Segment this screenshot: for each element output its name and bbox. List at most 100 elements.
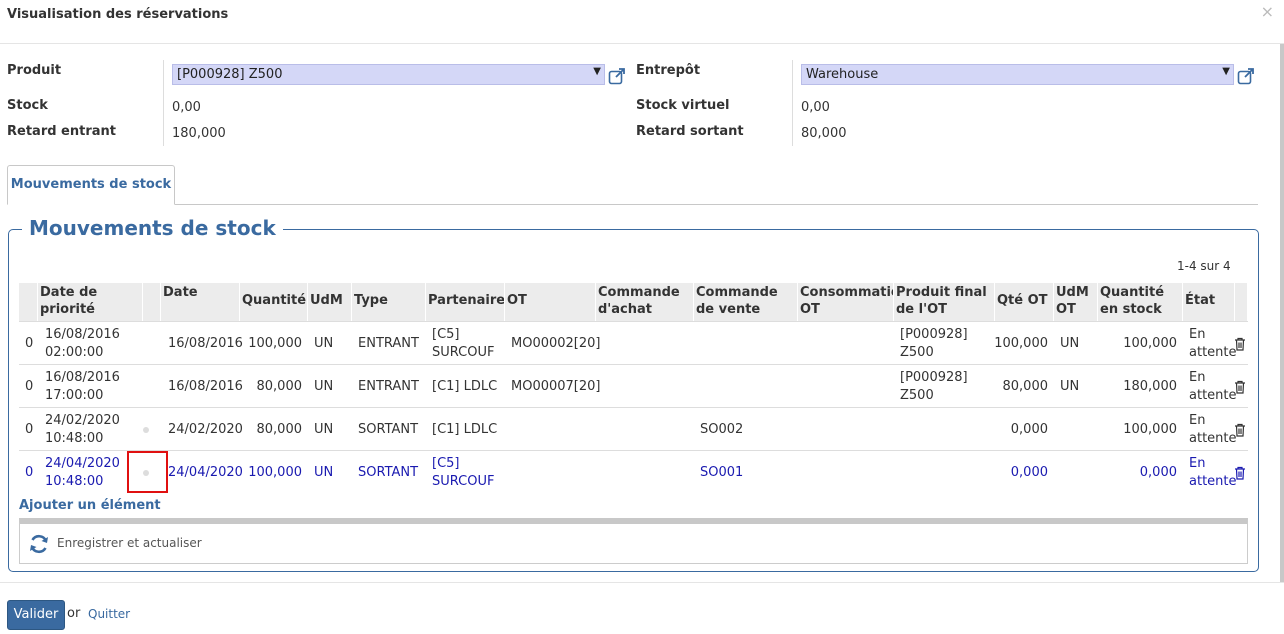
column-header-sale-order[interactable]: Commande de vente bbox=[694, 283, 798, 321]
table-row[interactable]: 0 16/08/2016 02:00:00 16/08/2016 100,000… bbox=[19, 321, 1248, 364]
add-line-link[interactable]: Ajouter un élément bbox=[19, 498, 161, 513]
chevron-down-icon: ▼ bbox=[593, 66, 601, 77]
cell-priority-date: 16/08/2016 02:00:00 bbox=[45, 326, 120, 360]
save-refresh-button[interactable]: Enregistrer et actualiser bbox=[57, 536, 202, 550]
cell-stock-qty: 0,000 bbox=[1139, 464, 1177, 480]
save-refresh-bar: Enregistrer et actualiser bbox=[19, 518, 1248, 564]
cell-purchase-order bbox=[602, 322, 692, 365]
cell-quantity: 80,000 bbox=[256, 421, 303, 437]
divider bbox=[163, 60, 164, 146]
column-header-ot-uom[interactable]: UdM OT bbox=[1054, 283, 1098, 321]
cell-seq: 0 bbox=[25, 421, 34, 437]
cell-type: SORTANT bbox=[358, 421, 419, 437]
product-select[interactable]: [P000928] Z500 ▼ bbox=[172, 64, 605, 85]
cell-ot-uom: UN bbox=[1060, 378, 1080, 394]
cell-purchase-order bbox=[602, 365, 692, 408]
virtual-stock-value: 0,00 bbox=[801, 100, 830, 115]
validate-button[interactable]: Valider bbox=[7, 600, 65, 630]
warehouse-select[interactable]: Warehouse ▼ bbox=[801, 64, 1234, 85]
cell-partner: [C1] LDLC bbox=[432, 421, 498, 437]
delete-cell[interactable] bbox=[1234, 451, 1248, 494]
cell-indicator bbox=[143, 322, 161, 365]
column-header-indicator bbox=[143, 283, 161, 321]
scrollbar[interactable] bbox=[1280, 44, 1284, 582]
column-header-type[interactable]: Type bbox=[352, 283, 426, 321]
column-header-ot[interactable]: OT bbox=[505, 283, 596, 321]
refresh-icon[interactable] bbox=[28, 533, 50, 555]
dialog-header: Visualisation des réservations × bbox=[0, 0, 1284, 44]
cell-partner: [C1] LDLC bbox=[432, 378, 498, 394]
cell-quantity: 100,000 bbox=[248, 335, 302, 351]
cell-consumption-ot bbox=[804, 322, 892, 365]
column-header-state[interactable]: État bbox=[1183, 283, 1235, 321]
cell-uom: UN bbox=[314, 464, 334, 480]
external-link-icon[interactable] bbox=[608, 67, 626, 85]
column-header-seq bbox=[19, 283, 38, 321]
product-select-value: [P000928] Z500 bbox=[177, 67, 283, 82]
cell-type: SORTANT bbox=[358, 464, 419, 480]
cell-ot-qty: 100,000 bbox=[994, 335, 1048, 351]
divider bbox=[792, 60, 793, 146]
cell-sale-order bbox=[700, 365, 796, 408]
column-header-partner[interactable]: Partenaire bbox=[426, 283, 505, 321]
virtual-stock-label: Stock virtuel bbox=[636, 98, 730, 113]
cell-priority-date: 24/04/2020 10:48:00 bbox=[45, 455, 120, 489]
column-header-ot-qty[interactable]: Qté OT bbox=[995, 283, 1054, 321]
cell-quantity: 80,000 bbox=[256, 378, 303, 394]
cell-stock-qty: 100,000 bbox=[1123, 335, 1177, 351]
product-label: Produit bbox=[7, 63, 62, 78]
cell-date: 24/02/2020 bbox=[168, 421, 243, 437]
cell-consumption-ot bbox=[804, 365, 892, 408]
warehouse-label: Entrepôt bbox=[636, 63, 701, 78]
column-header-purchase-order[interactable]: Commande d'achat bbox=[596, 283, 694, 321]
cell-sale-order: SO001 bbox=[700, 464, 744, 480]
cell-ot: MO00002[20] bbox=[511, 335, 601, 351]
delete-cell[interactable] bbox=[1234, 365, 1248, 408]
delete-cell[interactable] bbox=[1234, 408, 1248, 451]
stock-value: 0,00 bbox=[172, 100, 201, 115]
trash-icon[interactable] bbox=[1234, 380, 1246, 394]
cell-indicator bbox=[140, 408, 161, 451]
incoming-delay-label: Retard entrant bbox=[7, 124, 116, 139]
external-link-icon[interactable] bbox=[1237, 67, 1255, 85]
cell-partner: [C5] SURCOUF bbox=[432, 455, 495, 489]
cell-ot-uom: UN bbox=[1060, 335, 1080, 351]
cell-quantity: 100,000 bbox=[248, 464, 302, 480]
tab-stock-moves[interactable]: Mouvements de stock bbox=[7, 165, 175, 205]
close-icon[interactable]: × bbox=[1261, 2, 1274, 21]
cell-ot: MO00007[20] bbox=[511, 378, 601, 394]
cell-seq: 0 bbox=[25, 335, 34, 351]
column-header-ot-final-product[interactable]: Produit final de l'OT bbox=[894, 283, 995, 321]
cell-ot-qty: 0,000 bbox=[1010, 421, 1048, 437]
or-text: or bbox=[67, 606, 81, 621]
cell-uom: UN bbox=[314, 421, 334, 437]
column-header-date[interactable]: Date bbox=[161, 283, 240, 321]
cell-state: En attente bbox=[1189, 326, 1237, 360]
cell-ot-uom bbox=[1060, 451, 1096, 494]
cell-seq: 0 bbox=[25, 378, 34, 394]
trash-icon[interactable] bbox=[1234, 337, 1246, 351]
trash-icon[interactable] bbox=[1234, 466, 1246, 480]
column-header-consumption-ot[interactable]: Consommation OT bbox=[798, 283, 894, 321]
column-header-stock-qty[interactable]: Quantité en stock bbox=[1098, 283, 1183, 321]
cell-ot-qty: 80,000 bbox=[1002, 378, 1049, 394]
cell-state: En attente bbox=[1189, 412, 1237, 446]
delete-cell[interactable] bbox=[1234, 322, 1248, 365]
cell-ot-final-product bbox=[900, 408, 990, 451]
column-header-priority-date[interactable]: Date de priorité bbox=[38, 283, 143, 321]
incoming-delay-value: 180,000 bbox=[172, 126, 226, 141]
dialog-title: Visualisation des réservations bbox=[7, 7, 229, 22]
cell-stock-qty: 180,000 bbox=[1123, 378, 1177, 394]
column-header-quantity[interactable]: Quantité bbox=[240, 283, 308, 321]
quit-link[interactable]: Quitter bbox=[88, 607, 130, 621]
column-header-uom[interactable]: UdM bbox=[308, 283, 352, 321]
table-row[interactable]: 0 24/04/2020 10:48:00 24/04/2020 100,000… bbox=[19, 450, 1248, 493]
trash-icon[interactable] bbox=[1234, 423, 1246, 437]
table-row[interactable]: 0 16/08/2016 17:00:00 16/08/2016 80,000 … bbox=[19, 364, 1248, 407]
cell-state: En attente bbox=[1189, 455, 1237, 489]
section-legend: Mouvements de stock bbox=[22, 216, 283, 240]
table-row[interactable]: 0 24/02/2020 10:48:00 24/02/2020 80,000 … bbox=[19, 407, 1248, 450]
annotation-highlight-box bbox=[127, 451, 168, 493]
cell-ot-final-product: [P000928] Z500 bbox=[900, 369, 968, 403]
cell-seq: 0 bbox=[25, 464, 34, 480]
